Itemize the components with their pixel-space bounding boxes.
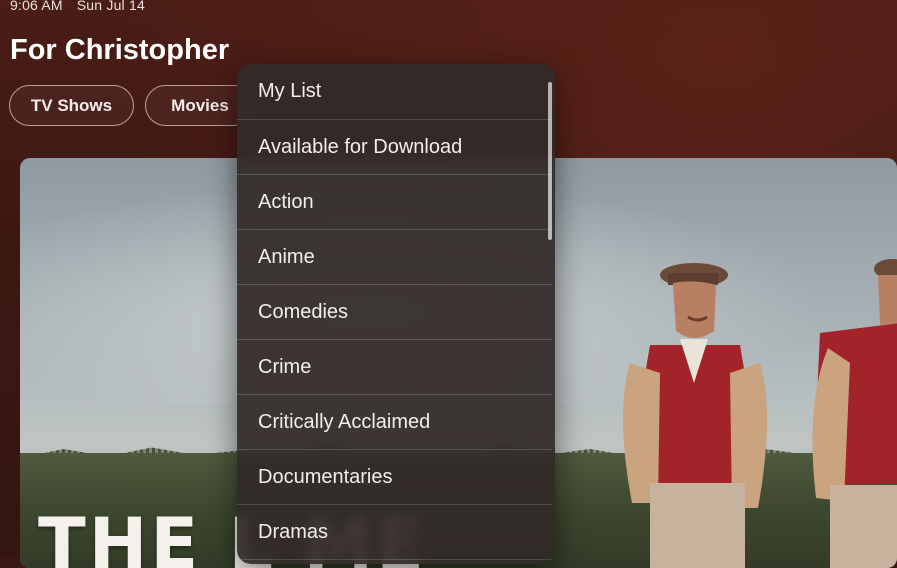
- menu-item-comedies[interactable]: Comedies: [237, 285, 552, 340]
- menu-item-documentaries[interactable]: Documentaries: [237, 450, 552, 505]
- hero-person-right: [812, 259, 897, 568]
- menu-item-dramas[interactable]: Dramas: [237, 505, 552, 560]
- menu-item-critically-acclaimed[interactable]: Critically Acclaimed: [237, 395, 552, 450]
- menu-item-action[interactable]: Action: [237, 175, 552, 230]
- status-time: 9:06 AM: [10, 0, 63, 13]
- hero-person-left: [622, 263, 768, 568]
- menu-item-my-list[interactable]: My List: [237, 64, 552, 120]
- page-title: For Christopher: [10, 34, 230, 66]
- menu-item-anime[interactable]: Anime: [237, 230, 552, 285]
- category-dropdown-menu[interactable]: My List Available for Download Action An…: [237, 64, 555, 564]
- tv-shows-chip[interactable]: TV Shows: [9, 85, 134, 126]
- menu-scrollbar[interactable]: [548, 82, 552, 240]
- status-date: Sun Jul 14: [76, 0, 145, 13]
- status-bar: 9:06 AM Sun Jul 14: [10, 0, 145, 13]
- menu-item-available-for-download[interactable]: Available for Download: [237, 120, 552, 175]
- menu-item-crime[interactable]: Crime: [237, 340, 552, 395]
